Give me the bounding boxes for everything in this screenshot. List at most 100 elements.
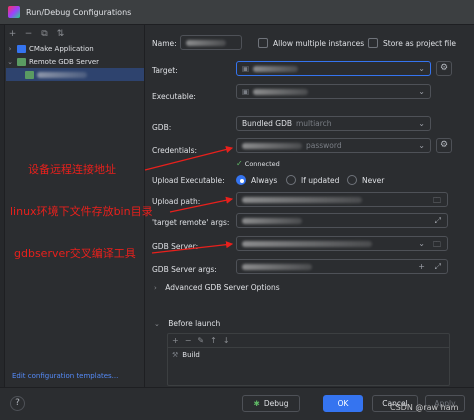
before-launch-item[interactable]: ⚒ Build (168, 348, 449, 361)
chevron-right-icon[interactable]: › (6, 45, 14, 53)
add-icon[interactable]: + (6, 28, 19, 41)
debug-button[interactable]: ✱ Debug (242, 395, 300, 412)
gdb-server-args-input[interactable]: + ⤢ (236, 259, 448, 274)
upload-never-label: Never (362, 176, 385, 185)
annotation-remote-address: 设备远程连接地址 (28, 163, 116, 176)
tree-item-remote-gdb-server[interactable]: ⌄ Remote GDB Server (6, 55, 144, 68)
upload-if-updated-label: If updated (301, 176, 340, 185)
upload-if-updated-radio[interactable] (286, 175, 296, 185)
upload-path-input[interactable]: 🗀 (236, 192, 448, 207)
chevron-down-icon[interactable]: ⌄ (418, 239, 425, 248)
clion-logo-icon (8, 6, 20, 18)
before-launch-panel: + − ✎ ↑ ↓ ⚒ Build (167, 333, 450, 386)
chevron-down-icon: ⌄ (154, 320, 160, 328)
target-label: Target: (152, 66, 178, 75)
upload-path-label: Upload path: (152, 197, 201, 206)
window-title: Run/Debug Configurations (26, 7, 132, 17)
target-select[interactable]: ▣ ⌄ (236, 61, 431, 76)
executable-icon: ▣ (242, 87, 250, 96)
folder-icon[interactable]: 🗀 (433, 195, 441, 209)
remove-icon[interactable]: − (185, 336, 192, 345)
name-label: Name: (152, 39, 177, 48)
name-input[interactable] (180, 35, 242, 50)
store-project-checkbox[interactable] (368, 38, 378, 48)
tree-item-label: Remote GDB Server (29, 57, 100, 66)
connection-status: ✓ Connected (236, 159, 280, 168)
chevron-down-icon[interactable]: ⌄ (418, 141, 425, 150)
expand-icon[interactable]: ⤢ (435, 262, 441, 272)
redacted-executable (253, 88, 309, 95)
redacted-credentials (242, 142, 302, 149)
gdb-server-select[interactable]: ⌄ 🗀 (236, 236, 448, 251)
move-up-icon[interactable]: ↑ (210, 336, 217, 345)
credentials-label: Credentials: (152, 146, 198, 155)
chevron-down-icon[interactable]: ⌄ (418, 64, 425, 73)
remote-gdb-icon (25, 70, 34, 79)
redacted-target (253, 65, 299, 72)
gdb-hint: multiarch (296, 119, 332, 128)
chevron-down-icon[interactable]: ⌄ (418, 87, 425, 96)
advanced-options-toggle[interactable]: › Advanced GDB Server Options (154, 283, 280, 292)
edit-templates-link[interactable]: Edit configuration templates... (12, 372, 118, 380)
redacted-target-remote-args (242, 217, 302, 224)
ok-button[interactable]: OK (323, 395, 363, 412)
tree-item-label: CMake Application (29, 44, 94, 53)
target-remote-args-label: 'target remote' args: (152, 218, 230, 227)
advanced-options-label: Advanced GDB Server Options (165, 283, 280, 292)
upload-always-label: Always (251, 176, 278, 185)
target-remote-args-input[interactable]: ⤢ (236, 213, 448, 228)
tree-item-cmake-application[interactable]: › CMake Application (6, 42, 144, 55)
redacted-upload-path (242, 196, 362, 203)
redacted-name (186, 39, 226, 46)
edit-icon[interactable]: ✎ (197, 336, 204, 345)
remove-icon[interactable]: − (22, 28, 35, 41)
copy-icon[interactable]: ⧉ (38, 28, 51, 41)
credentials-hint: password (306, 141, 342, 150)
gdb-label: GDB: (152, 123, 172, 132)
before-launch-toolbar: + − ✎ ↑ ↓ (168, 334, 449, 348)
check-icon: ✓ (236, 159, 243, 168)
upload-always-radio[interactable] (236, 175, 246, 185)
watermark: CSDN @raw ham (390, 403, 459, 412)
debug-button-label: Debug (263, 399, 289, 408)
redacted-gdb-server (242, 240, 372, 247)
title-bar: Run/Debug Configurations (0, 0, 474, 25)
allow-multiple-checkbox[interactable] (258, 38, 268, 48)
credentials-settings-gear-icon[interactable]: ⚙ (436, 138, 452, 153)
remote-gdb-icon (17, 57, 26, 66)
expand-icon[interactable]: ⤢ (435, 216, 441, 226)
help-icon[interactable]: ? (10, 396, 25, 411)
target-icon: ▣ (242, 64, 250, 73)
add-icon[interactable]: + (172, 336, 179, 345)
chevron-right-icon: › (154, 284, 157, 292)
before-launch-toggle[interactable]: ⌄ Before launch (154, 319, 220, 328)
target-settings-gear-icon[interactable]: ⚙ (436, 61, 452, 76)
chevron-down-icon[interactable]: ⌄ (6, 58, 14, 66)
connected-text: Connected (244, 160, 280, 168)
redacted-config-name (37, 71, 87, 78)
gdb-server-label: GDB Server: (152, 242, 199, 251)
gdb-server-args-label: GDB Server args: (152, 265, 217, 274)
sort-icon[interactable]: ⇅ (54, 28, 67, 41)
executable-label: Executable: (152, 92, 196, 101)
upload-executable-label: Upload Executable: (152, 176, 225, 185)
allow-multiple-label: Allow multiple instances (273, 39, 365, 48)
gdb-value: Bundled GDB (242, 119, 292, 128)
upload-never-radio[interactable] (347, 175, 357, 185)
tree-item-selected-config[interactable] (6, 68, 144, 81)
debug-bug-icon: ✱ (253, 399, 260, 408)
folder-icon[interactable]: 🗀 (433, 239, 441, 253)
before-launch-item-label: Build (182, 350, 200, 359)
credentials-select[interactable]: password ⌄ (236, 138, 431, 153)
before-launch-label: Before launch (168, 319, 221, 328)
left-edge-strip (0, 25, 5, 420)
move-down-icon[interactable]: ↓ (223, 336, 230, 345)
add-icon[interactable]: + (418, 262, 425, 271)
chevron-down-icon[interactable]: ⌄ (418, 119, 425, 128)
build-hammer-icon: ⚒ (172, 350, 179, 359)
annotation-gdbserver: gdbserver交叉编译工具 (14, 247, 136, 260)
config-tree: › CMake Application ⌄ Remote GDB Server (6, 42, 144, 81)
store-project-label: Store as project file (383, 39, 456, 48)
executable-select[interactable]: ▣ ⌄ (236, 84, 431, 99)
gdb-select[interactable]: Bundled GDB multiarch ⌄ (236, 116, 431, 131)
